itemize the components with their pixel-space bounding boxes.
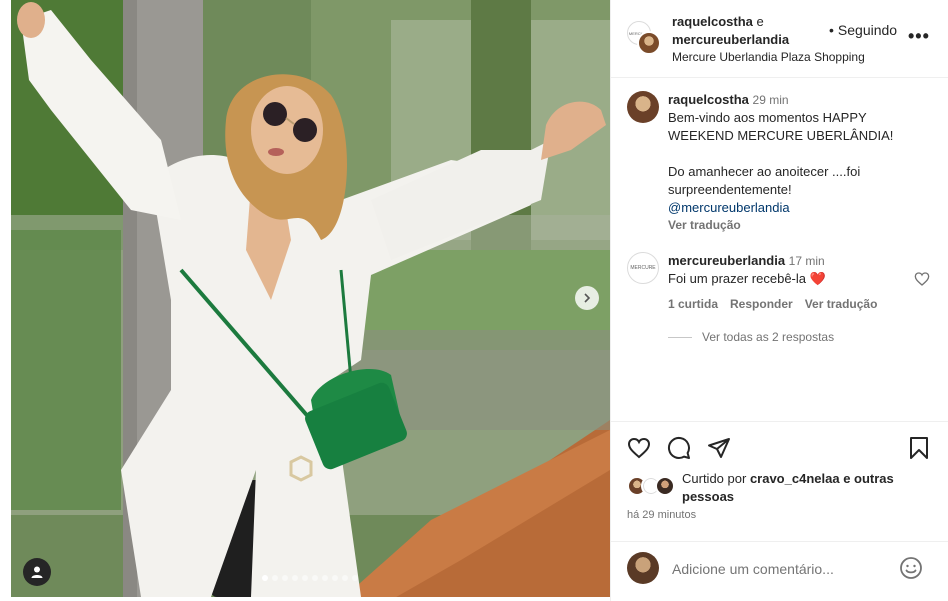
caption-time[interactable]: 29 min — [753, 93, 789, 107]
comment-text: Foi um prazer recebê-la — [668, 271, 806, 286]
username-link-2[interactable]: mercureuberlandia — [672, 32, 789, 47]
comment-time[interactable]: 17 min — [789, 254, 825, 268]
add-comment-bar — [611, 541, 948, 601]
collab-avatars[interactable]: MERCURE — [627, 21, 661, 55]
location-link[interactable]: Mercure Uberlandia Plaza Shopping — [672, 50, 865, 64]
comment-icon[interactable] — [667, 436, 691, 460]
post-header: MERCURE raquelcostha e mercureuberlandia… — [611, 0, 948, 78]
caption-text-2: Do amanhecer ao anoitecer ....foi surpre… — [668, 164, 861, 197]
next-slide-button[interactable] — [575, 286, 599, 310]
post-media[interactable] — [11, 0, 610, 597]
current-user-avatar — [627, 552, 659, 584]
username-link-1[interactable]: raquelcostha — [672, 14, 753, 29]
share-icon[interactable] — [707, 436, 731, 460]
emoji-icon[interactable] — [899, 556, 923, 580]
carousel-dot — [312, 575, 318, 581]
caption: raquelcostha 29 min Bem-vindo aos moment… — [627, 91, 937, 251]
carousel-dot — [302, 575, 308, 581]
caption-avatar[interactable] — [627, 91, 659, 123]
carousel-dot — [262, 575, 268, 581]
comment-avatar[interactable]: MERCURE — [627, 252, 659, 284]
username-joiner: e — [756, 14, 764, 29]
user-tag-button[interactable] — [23, 558, 51, 586]
comment-likes[interactable]: 1 curtida — [668, 296, 718, 312]
post-details-panel: MERCURE raquelcostha e mercureuberlandia… — [610, 0, 948, 601]
carousel-indicator — [262, 575, 358, 581]
carousel-dot — [322, 575, 328, 581]
comment-reply-button[interactable]: Responder — [730, 296, 793, 312]
chevron-right-icon — [584, 293, 591, 303]
liker-avatar-3 — [655, 476, 675, 496]
caption-translate[interactable]: Ver tradução — [668, 217, 898, 233]
caption-username[interactable]: raquelcostha — [668, 92, 749, 107]
view-replies-button[interactable]: Ver todas as 2 respostas — [668, 330, 834, 344]
comment-item: MERCURE mercureuberlandia 17 min Foi um … — [627, 252, 937, 322]
caption-mention[interactable]: @mercureuberlandia — [668, 199, 898, 217]
comment-username[interactable]: mercureuberlandia — [668, 253, 785, 268]
comment-emoji: ❤️ — [809, 271, 826, 286]
comment-avatar-text: MERCURE — [630, 265, 656, 271]
liked-by-avatars[interactable] — [627, 476, 679, 498]
more-options-icon[interactable]: ••• — [908, 26, 930, 47]
post-actions: Curtido por cravo_c4nelaa e outras pesso… — [611, 421, 948, 541]
bookmark-icon[interactable] — [907, 436, 931, 460]
comment-like-heart-icon[interactable] — [914, 271, 930, 287]
heart-icon[interactable] — [627, 436, 651, 460]
carousel-dot — [272, 575, 278, 581]
comments-section: raquelcostha 29 min Bem-vindo aos moment… — [611, 79, 948, 421]
liked-by-prefix: Curtido por — [682, 471, 747, 486]
carousel-dot — [292, 575, 298, 581]
carousel-dot — [332, 575, 338, 581]
view-replies-line — [668, 336, 692, 338]
comment-translate[interactable]: Ver tradução — [805, 296, 878, 312]
liked-by-text: Curtido por cravo_c4nelaa e outras pesso… — [682, 470, 932, 506]
liked-by-user[interactable]: cravo_c4nelaa — [750, 471, 840, 486]
view-replies-label: Ver todas as 2 respostas — [702, 330, 835, 344]
avatar-raquel — [637, 31, 661, 55]
caption-text-1: Bem-vindo aos momentos HAPPY WEEKEND MER… — [668, 110, 894, 143]
post-timestamp[interactable]: há 29 minutos — [627, 509, 696, 521]
carousel-dot — [352, 575, 358, 581]
carousel-dot — [282, 575, 288, 581]
user-tag-icon — [31, 566, 43, 578]
follow-status[interactable]: • Seguindo — [829, 22, 897, 38]
separator-dot: • — [829, 22, 834, 38]
post-photo — [11, 0, 610, 597]
follow-status-label: Seguindo — [837, 22, 898, 38]
comment-input[interactable] — [672, 559, 892, 579]
carousel-dot — [342, 575, 348, 581]
